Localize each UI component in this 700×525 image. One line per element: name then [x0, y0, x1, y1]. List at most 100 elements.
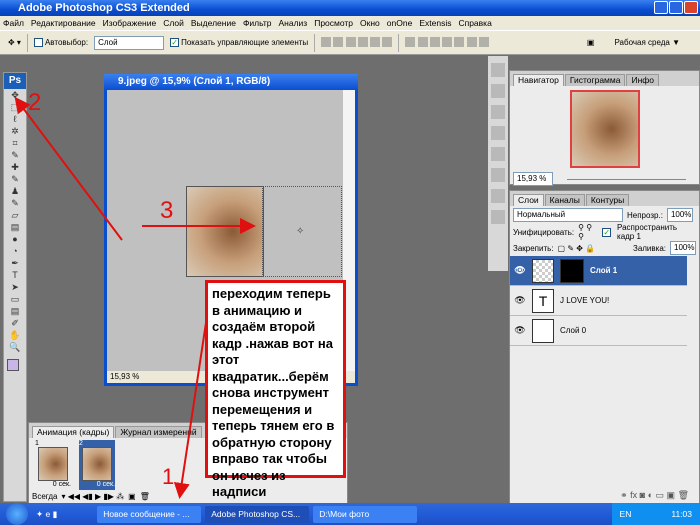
delete-frame-button[interactable]: 🗑 [140, 492, 150, 501]
hand-tool-icon[interactable]: ✋ [9, 330, 21, 341]
eye-icon[interactable]: 👁 [514, 295, 526, 307]
frame-delay[interactable]: 0 сек. [35, 481, 71, 488]
autoselect-checkbox[interactable]: Автовыбор: [33, 38, 88, 48]
photoshop-logo: Ps [4, 73, 26, 89]
tab-animation-0[interactable]: Анимация (кадры) [32, 426, 115, 438]
bridge-icon[interactable]: ▣ [587, 38, 595, 47]
pen-tool-icon[interactable]: ✒ [9, 258, 21, 269]
options-bar: ✥ ▾ Автовыбор: Слой ✓ Показать управляющи… [0, 30, 700, 55]
menu-item[interactable]: Фильтр [243, 16, 272, 30]
menu-item[interactable]: Изображение [103, 16, 157, 30]
frame-delay[interactable]: 0 сек. [79, 481, 115, 488]
navigator-zoom-slider[interactable] [567, 178, 686, 180]
start-button[interactable] [6, 503, 28, 525]
propagate-frame-checkbox[interactable]: Распространить кадр 1 [617, 223, 696, 241]
fill-field[interactable]: 100% [670, 241, 696, 255]
unify-icons[interactable]: ⚲ ⚲ ⚲ [578, 223, 598, 241]
gradient-tool-icon[interactable]: ▤ [9, 222, 21, 233]
menu-item[interactable]: Слой [163, 16, 184, 30]
layer-row[interactable]: 👁 Слой 1 [510, 256, 687, 286]
show-controls-checkbox[interactable]: ✓ Показать управляющие элементы [170, 38, 308, 48]
lasso-tool-icon[interactable]: ℓ [9, 114, 21, 125]
type-tool-icon[interactable]: T [9, 270, 21, 281]
blend-mode-dropdown[interactable]: Нормальный [513, 208, 623, 222]
navigator-preview[interactable] [569, 90, 640, 168]
menu-item[interactable]: Справка [458, 16, 491, 30]
eraser-tool-icon[interactable]: ▱ [9, 210, 21, 221]
tab-layers-0[interactable]: Слои [513, 194, 544, 206]
loop-dropdown[interactable]: Всегда [32, 492, 57, 501]
magic-wand-tool-icon[interactable]: ✲ [9, 126, 21, 137]
layer-row[interactable]: 👁 T J LOVE YOU! [510, 286, 687, 316]
brush-tool-icon[interactable]: ✎ [9, 174, 21, 185]
move-tool-icon[interactable]: ✥ [9, 90, 21, 101]
tab-animation-1[interactable]: Журнал измерений [115, 426, 202, 438]
dodge-tool-icon[interactable]: ◔ [9, 246, 21, 257]
shape-tool-icon[interactable]: ▭ [9, 294, 21, 305]
duplicate-frame-button[interactable]: ▣ [128, 492, 136, 501]
menu-item[interactable]: Extensis [419, 16, 451, 30]
menu-item[interactable]: Анализ [279, 16, 308, 30]
menu-item[interactable]: Редактирование [31, 16, 96, 30]
transform-center-icon[interactable]: ✧ [296, 226, 304, 237]
clock: 11:03 [671, 509, 692, 519]
taskbar: ✦ e ▮ Новое сообщение - ... Adobe Photosh… [0, 503, 700, 525]
history-brush-tool-icon[interactable]: ✎ [9, 198, 21, 209]
layer-mask [560, 258, 584, 283]
language-indicator[interactable]: EN [620, 503, 632, 525]
playback-controls[interactable]: ▾ ◀◀ ◀▮ ▶ ▮▶ ⁂ [61, 492, 124, 501]
lock-icons[interactable]: ▢ ✎ ✥ 🔒 [558, 244, 596, 253]
align-icons[interactable] [321, 36, 393, 49]
stamp-tool-icon[interactable]: ♟ [9, 186, 21, 197]
menu-item[interactable]: Просмотр [314, 16, 353, 30]
close-button[interactable] [684, 1, 698, 14]
document-zoom[interactable]: 15,93 % [110, 372, 139, 381]
slice-tool-icon[interactable]: ✎ [9, 150, 21, 161]
quick-launch-icons[interactable]: ✦ e ▮ [36, 509, 57, 520]
move-tool-icon[interactable]: ✥ ▾ [8, 38, 21, 47]
unify-label: Унифицировать: [513, 227, 575, 237]
blur-tool-icon[interactable]: ● [9, 234, 21, 245]
notes-tool-icon[interactable]: ▤ [9, 306, 21, 317]
taskbar-item[interactable]: D:\Мои фото [313, 505, 418, 523]
frame-thumbnail [82, 447, 112, 481]
menu-item[interactable]: onOne [387, 16, 413, 30]
maximize-button[interactable] [669, 1, 683, 14]
lock-label: Закрепить: [513, 243, 554, 253]
layer-image[interactable] [186, 186, 264, 277]
menu-item[interactable]: Выделение [191, 16, 236, 30]
opacity-field[interactable]: 100% [666, 208, 693, 222]
animation-frame[interactable]: 2 0 сек. [79, 440, 115, 490]
layer-row[interactable]: 👁 Слой 0 [510, 316, 687, 346]
healing-tool-icon[interactable]: ✚ [9, 162, 21, 173]
distribute-icons[interactable] [405, 36, 489, 49]
eye-icon[interactable]: 👁 [514, 265, 526, 277]
taskbar-item[interactable]: Adobe Photoshop CS... [205, 505, 310, 523]
zoom-tool-icon[interactable]: 🔍 [9, 342, 21, 353]
tab-navigator-1[interactable]: Гистограмма [564, 74, 626, 86]
menu-bar: Файл Редактирование Изображение Слой Выделен… [0, 16, 700, 30]
taskbar-item[interactable]: Новое сообщение - ... [97, 505, 202, 523]
layers-panel: Слои Каналы Контуры Нормальный Непрозр.: 100… [509, 190, 700, 505]
eye-icon[interactable]: 👁 [514, 325, 526, 337]
marquee-tool-icon[interactable]: ⬚ [9, 102, 21, 113]
tab-navigator-0[interactable]: Навигатор [513, 74, 564, 86]
tab-layers-1[interactable]: Каналы [544, 194, 585, 206]
path-select-tool-icon[interactable]: ➤ [9, 282, 21, 293]
foreground-color-swatch[interactable] [7, 359, 19, 371]
autoselect-dropdown[interactable]: Слой [94, 35, 165, 50]
navigator-panel: Навигатор Гистограмма Инфо 15,93 % [509, 70, 700, 186]
crop-tool-icon[interactable]: ⌗ [9, 138, 21, 149]
animation-frame[interactable]: 1 0 сек. [35, 440, 71, 490]
navigator-zoom-field[interactable]: 15,93 % [513, 172, 553, 186]
menu-item[interactable]: Файл [3, 16, 24, 30]
eyedropper-tool-icon[interactable]: ✐ [9, 318, 21, 329]
minimize-button[interactable] [654, 1, 668, 14]
document-title: 9.jpeg @ 15,9% (Слой 1, RGB/8) [104, 74, 358, 90]
menu-item[interactable]: Окно [360, 16, 380, 30]
opacity-label: Непрозр.: [627, 210, 663, 220]
layer-actions-icons[interactable]: ⚭ fx ◙ ◐ ▭ ▣ 🗑 [620, 490, 689, 501]
tab-navigator-2[interactable]: Инфо [626, 74, 659, 86]
tab-layers-2[interactable]: Контуры [585, 194, 630, 206]
workspace-button[interactable]: Рабочая среда ▼ [614, 38, 680, 47]
